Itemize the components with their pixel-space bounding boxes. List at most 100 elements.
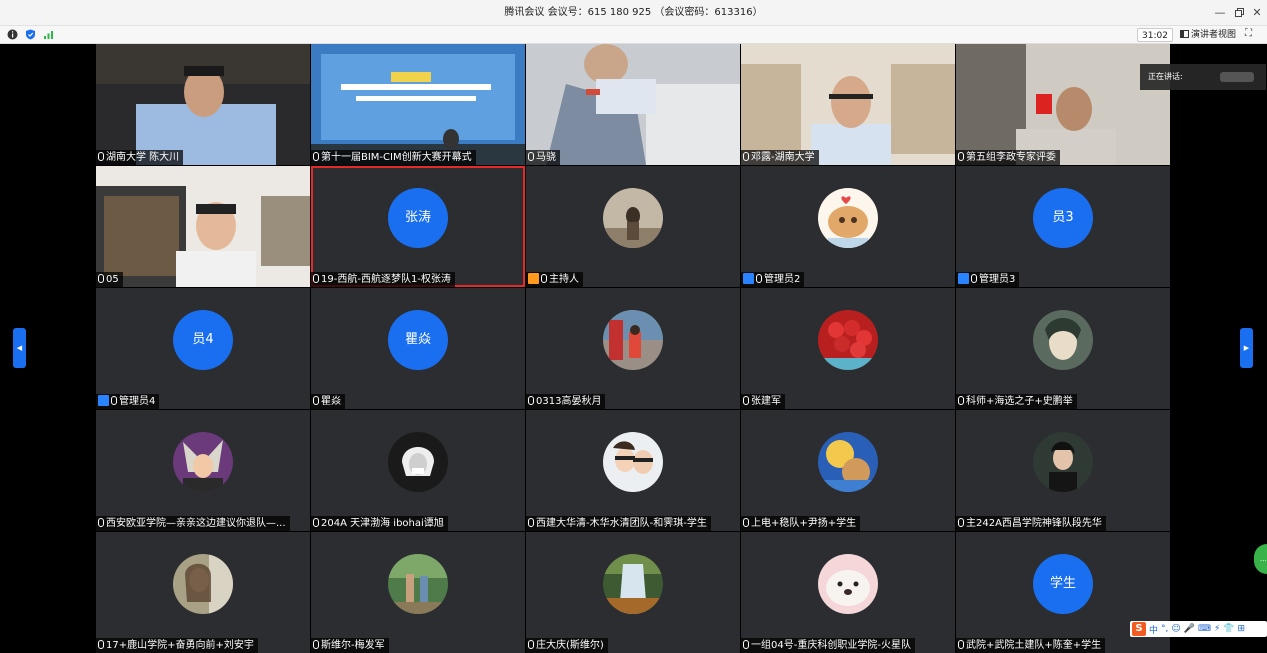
participant-name: 张建军	[741, 394, 785, 409]
mic-icon	[958, 152, 964, 161]
speaking-name-blur	[1220, 72, 1254, 82]
mic-icon	[313, 640, 319, 649]
participant-avatar: 学生	[1033, 554, 1093, 614]
fullscreen-icon[interactable]: ⛶	[1245, 28, 1257, 40]
participant-avatar	[603, 554, 663, 614]
participant-tile[interactable]: 科师+海选之子+史鹏举	[956, 288, 1170, 409]
participant-tile[interactable]: 管理员2	[741, 166, 955, 287]
meeting-window: 腾讯会议 会议号：615 180 925 （会议密码：613316） — ✕ 3…	[0, 0, 1267, 653]
participant-tile[interactable]: 一组04号-重庆科创职业学院-火星队	[741, 532, 955, 653]
ime-menu-icon[interactable]: ⊞	[1238, 624, 1246, 634]
mic-icon	[756, 274, 762, 283]
participant-name: 一组04号-重庆科创职业学院-火星队	[741, 638, 915, 653]
mic-icon	[98, 152, 104, 161]
prev-page-button[interactable]: ◀	[13, 328, 26, 368]
mic-icon	[98, 640, 104, 649]
participant-tile[interactable]: 庄大庆(斯维尔)	[526, 532, 740, 653]
title-bar: 腾讯会议 会议号：615 180 925 （会议密码：613316） — ✕	[0, 0, 1267, 26]
sogou-logo-icon[interactable]: S	[1132, 622, 1146, 636]
participant-tile[interactable]: 西安欧亚学院—亲亲这边建议你退队—...	[96, 410, 310, 531]
mic-icon	[528, 152, 534, 161]
mic-icon	[743, 518, 749, 527]
participant-tile[interactable]: 瞿焱 瞿焱	[311, 288, 525, 409]
participant-tile[interactable]: 邓露-湖南大学	[741, 44, 955, 165]
ime-skin-icon[interactable]: 👕	[1223, 624, 1234, 634]
ime-emoji-icon[interactable]: ☺	[1171, 624, 1180, 634]
participant-video	[526, 44, 740, 165]
ime-tools-icon[interactable]: ⚡	[1214, 624, 1220, 634]
shield-icon[interactable]	[25, 29, 36, 40]
participant-avatar	[818, 310, 878, 370]
speaker-view-button[interactable]: 演讲者视图	[1180, 28, 1236, 42]
participant-tile[interactable]: 204A 天津渤海 ibohai谭旭	[311, 410, 525, 531]
participant-tile[interactable]: 张建军	[741, 288, 955, 409]
ime-toolbar[interactable]: S 中 °, ☺ 🎤 ⌨ ⚡ 👕 ⊞	[1130, 621, 1267, 637]
participant-tile[interactable]: 斯维尔-梅发军	[311, 532, 525, 653]
participant-tile[interactable]: 西建大华清-木华水清团队-和霁琪-学生	[526, 410, 740, 531]
ime-punctuation-icon[interactable]: °,	[1161, 624, 1168, 634]
participant-avatar: 瞿焱	[388, 310, 448, 370]
participant-tile[interactable]: 主持人	[526, 166, 740, 287]
participant-name: 科师+海选之子+史鹏举	[956, 394, 1077, 409]
participant-tile[interactable]: 第五组李政专家评委	[956, 44, 1170, 165]
participant-avatar	[818, 554, 878, 614]
participant-tile[interactable]: 05	[96, 166, 310, 287]
participant-name: 马骁	[526, 150, 560, 165]
participant-avatar: 张涛	[388, 188, 448, 248]
meeting-timer: 31:02	[1137, 28, 1173, 42]
participant-name: 庄大庆(斯维尔)	[526, 638, 608, 653]
ime-keyboard-icon[interactable]: ⌨	[1198, 624, 1211, 634]
participant-name: 204A 天津渤海 ibohai谭旭	[311, 516, 448, 531]
admin-icon	[743, 273, 754, 284]
signal-icon[interactable]	[43, 29, 54, 40]
speaker-view-label: 演讲者视图	[1191, 30, 1237, 40]
info-icon[interactable]	[7, 29, 18, 40]
mic-icon	[98, 518, 104, 527]
participant-video	[956, 44, 1170, 165]
mic-icon	[528, 396, 534, 405]
mic-icon	[541, 274, 547, 283]
toolbar: 31:02 演讲者视图 ⛶	[0, 26, 1267, 44]
participant-tile[interactable]: 17+鹿山学院+奋勇向前+刘安宇	[96, 532, 310, 653]
participant-video	[96, 44, 310, 165]
ime-voice-icon[interactable]: 🎤	[1184, 624, 1195, 634]
participant-video	[311, 44, 525, 165]
mic-icon	[958, 640, 964, 649]
next-page-button[interactable]: ▶	[1240, 328, 1253, 368]
mic-icon	[958, 396, 964, 405]
video-grid: 湖南大学 陈大川 第十一届BIM-CIM创新大赛开幕式 马骁 邓露-湖南大学 第…	[96, 44, 1171, 653]
participant-avatar	[1033, 432, 1093, 492]
participant-name: 17+鹿山学院+奋勇向前+刘安宇	[96, 638, 258, 653]
participant-tile-active[interactable]: 张涛 19-西航-西航逐梦队1-权张涛	[311, 166, 525, 287]
mic-icon	[743, 396, 749, 405]
mic-icon	[313, 396, 319, 405]
participant-name: 瞿焱	[311, 394, 345, 409]
participant-name: 斯维尔-梅发军	[311, 638, 389, 653]
participant-avatar	[388, 554, 448, 614]
floating-assistant-bubble[interactable]: ...	[1254, 544, 1267, 574]
participant-avatar	[818, 432, 878, 492]
participant-avatar	[818, 188, 878, 248]
participant-video	[741, 44, 955, 165]
mic-icon	[958, 518, 964, 527]
host-icon	[528, 273, 539, 284]
close-button[interactable]: ✕	[1246, 0, 1267, 26]
participant-avatar	[173, 432, 233, 492]
mic-icon	[313, 518, 319, 527]
mic-icon	[743, 640, 749, 649]
participant-tile[interactable]: 上电+稳队+尹扬+学生	[741, 410, 955, 531]
participant-tile[interactable]: 第十一届BIM-CIM创新大赛开幕式	[311, 44, 525, 165]
participant-avatar	[603, 432, 663, 492]
mic-icon	[528, 640, 534, 649]
participant-avatar: 员4	[173, 310, 233, 370]
participant-tile[interactable]: 员3 管理员3	[956, 166, 1170, 287]
participant-tile[interactable]: 员4 管理员4	[96, 288, 310, 409]
participant-tile[interactable]: 马骁	[526, 44, 740, 165]
participant-tile[interactable]: 0313高晏秋月	[526, 288, 740, 409]
participant-tile[interactable]: 主242A西昌学院神锋队段先华	[956, 410, 1170, 531]
mic-icon	[743, 152, 749, 161]
speaker-view-icon	[1180, 30, 1189, 38]
ime-mode-chinese[interactable]: 中	[1149, 623, 1158, 636]
participant-tile[interactable]: 湖南大学 陈大川	[96, 44, 310, 165]
participant-name: 武院+武院土建队+陈奎+学生	[956, 638, 1106, 653]
